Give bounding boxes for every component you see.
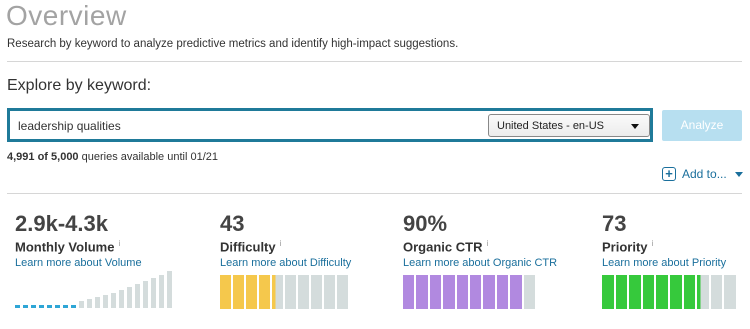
metric-difficulty-value: 43 xyxy=(220,211,245,236)
volume-bar xyxy=(47,305,52,308)
volume-bar xyxy=(55,305,60,308)
meter-segment xyxy=(697,275,709,309)
volume-bar-chart xyxy=(15,268,172,308)
meter-segment xyxy=(403,275,415,309)
metric-organic-ctr: 90% Organic CTR i Learn more about Organi… xyxy=(403,211,557,270)
meter-segment xyxy=(324,275,335,309)
metric-volume: 2.9k-4.3k Monthly Volume i Learn more abo… xyxy=(15,211,142,270)
meter-segment xyxy=(724,275,736,309)
metric-difficulty-label: Difficulty i xyxy=(220,239,351,254)
info-icon[interactable]: i xyxy=(280,239,282,248)
info-icon[interactable]: i xyxy=(486,239,488,248)
difficulty-meter xyxy=(220,275,348,309)
volume-bar xyxy=(135,284,140,308)
volume-bar xyxy=(119,290,124,308)
meter-segment xyxy=(298,275,309,309)
add-to-button[interactable]: + Add to... xyxy=(662,165,743,183)
add-to-label: Add to... xyxy=(682,167,727,181)
metric-priority-label: Priority i xyxy=(602,239,726,254)
volume-bar xyxy=(143,281,148,308)
metric-priority-value: 73 xyxy=(602,211,627,236)
plus-icon: + xyxy=(662,167,676,181)
meter-segment xyxy=(272,275,283,309)
volume-bar xyxy=(151,278,156,308)
info-icon[interactable]: i xyxy=(118,239,120,248)
locale-select-label: United States - en-US xyxy=(497,120,604,132)
meter-segment xyxy=(470,275,482,309)
meter-segment xyxy=(670,275,682,309)
metric-organic-ctr-value: 90% xyxy=(403,211,448,236)
meter-segment xyxy=(311,275,322,309)
meter-segment xyxy=(220,275,231,309)
volume-bar xyxy=(63,305,68,308)
meter-segment xyxy=(496,275,509,309)
volume-bar xyxy=(79,301,84,308)
meter-segment xyxy=(285,275,296,309)
volume-bar xyxy=(159,275,164,308)
quota-rest: queries available until 01/21 xyxy=(78,151,218,163)
meter-segment xyxy=(416,275,428,309)
explore-title: Explore by keyword: xyxy=(7,77,152,94)
meter-segment xyxy=(710,275,723,309)
meter-segment xyxy=(259,275,270,309)
divider-metrics xyxy=(7,193,742,194)
meter-segment xyxy=(429,275,442,309)
volume-bar xyxy=(95,297,100,308)
volume-bar xyxy=(127,287,132,308)
volume-bar xyxy=(39,305,44,308)
analyze-button[interactable]: Analyze xyxy=(662,110,742,141)
meter-segment xyxy=(443,275,455,309)
metric-volume-label-text: Monthly Volume xyxy=(15,239,115,255)
meter-segment xyxy=(456,275,468,309)
metric-priority: 73 Priority i Learn more about Priority xyxy=(602,211,726,270)
volume-bar xyxy=(31,305,36,308)
meter-segment xyxy=(656,275,668,309)
metric-priority-label-text: Priority xyxy=(602,239,648,255)
meter-segment xyxy=(602,275,614,309)
volume-bar xyxy=(15,305,20,308)
learn-more-organic-ctr-link[interactable]: Learn more about Organic CTR xyxy=(403,257,557,269)
priority-meter xyxy=(602,275,736,309)
meter-segment xyxy=(615,275,628,309)
meter-segment xyxy=(337,275,348,309)
search-box: United States - en-US xyxy=(7,108,653,142)
chevron-down-icon xyxy=(631,124,639,129)
chevron-down-icon xyxy=(734,171,743,177)
metric-volume-label: Monthly Volume i xyxy=(15,239,142,254)
volume-bar xyxy=(71,305,76,308)
volume-bar xyxy=(87,299,92,308)
meter-segment xyxy=(246,275,257,309)
page-subtitle: Research by keyword to analyze predictiv… xyxy=(7,38,459,50)
metric-volume-value: 2.9k-4.3k xyxy=(15,211,108,236)
info-icon[interactable]: i xyxy=(652,239,654,248)
volume-bar xyxy=(103,295,108,308)
meter-segment xyxy=(523,275,535,309)
quota-text: 4,991 of 5,000 queries available until 0… xyxy=(7,151,218,163)
meter-segment xyxy=(642,275,655,309)
learn-more-difficulty-link[interactable]: Learn more about Difficulty xyxy=(220,257,351,269)
meter-segment xyxy=(510,275,522,309)
metric-difficulty: 43 Difficulty i Learn more about Difficul… xyxy=(220,211,351,270)
meter-segment xyxy=(483,275,495,309)
meter-segment xyxy=(629,275,641,309)
meter-segment xyxy=(233,275,244,309)
volume-bar xyxy=(23,305,28,308)
meter-segment xyxy=(683,275,696,309)
volume-bar xyxy=(111,293,116,308)
page-title: Overview xyxy=(6,0,127,31)
metric-difficulty-label-text: Difficulty xyxy=(220,239,276,255)
keyword-input[interactable] xyxy=(18,119,458,133)
metric-organic-ctr-label: Organic CTR i xyxy=(403,239,557,254)
organic-ctr-meter xyxy=(403,275,535,309)
metric-organic-ctr-label-text: Organic CTR xyxy=(403,239,483,255)
locale-select[interactable]: United States - en-US xyxy=(488,114,650,137)
volume-bar xyxy=(167,271,172,308)
learn-more-priority-link[interactable]: Learn more about Priority xyxy=(602,257,726,269)
quota-used: 4,991 of 5,000 xyxy=(7,151,79,163)
divider-top xyxy=(7,61,742,62)
